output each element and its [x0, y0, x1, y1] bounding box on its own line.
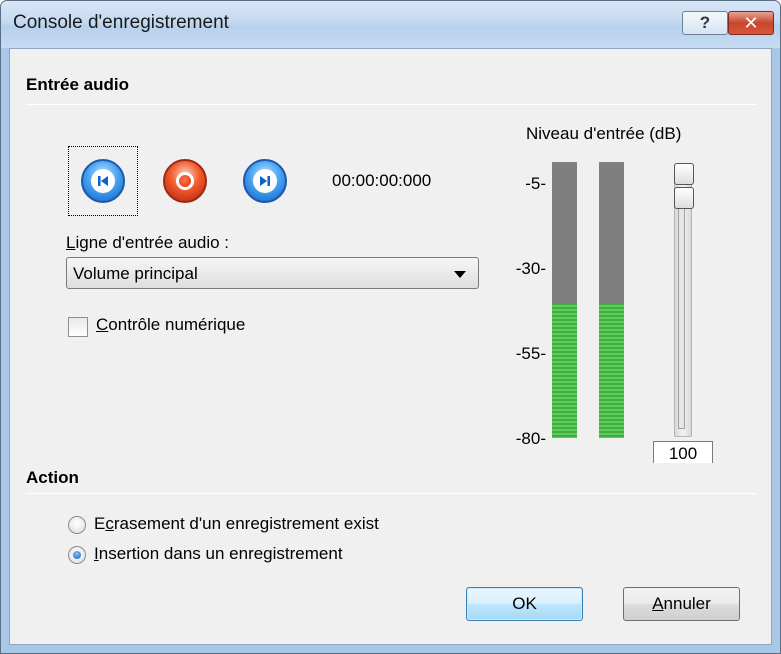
chevron-down-icon	[454, 271, 466, 278]
cancel-text: nnuler	[663, 594, 711, 613]
level-tick: -30-	[515, 259, 546, 278]
insert-label-text: nsertion dans un enregistrement	[98, 544, 343, 563]
window-title: Console d'enregistrement	[13, 12, 229, 33]
insert-label[interactable]: Insertion dans un enregistrement	[94, 544, 343, 564]
digital-control-label[interactable]: Contrôle numérique	[96, 315, 245, 335]
skip-forward-icon	[253, 169, 277, 193]
audio-line-select[interactable]: Volume principal	[66, 257, 479, 289]
slider-groove	[678, 189, 685, 429]
right-channel-meter	[599, 162, 624, 438]
action-section-title: Action	[26, 468, 79, 487]
input-level-title: Niveau d'entrée (dB)	[526, 124, 682, 143]
audio-line-select-value: Volume principal	[73, 264, 198, 283]
record-button[interactable]	[163, 159, 207, 203]
overwrite-label-accelerator: c	[105, 514, 114, 533]
help-icon: ?	[699, 13, 711, 32]
action-separator	[26, 493, 756, 494]
left-channel-meter-fill	[552, 302, 577, 438]
overwrite-radio[interactable]	[68, 516, 86, 534]
ok-button[interactable]: OK	[466, 587, 583, 621]
insert-radio[interactable]	[68, 546, 86, 564]
audio-line-label-text: igne d'entrée audio :	[75, 233, 229, 252]
cancel-button[interactable]: Annuler	[623, 587, 740, 621]
help-button[interactable]: ?	[682, 11, 728, 35]
audio-input-section-title: Entrée audio	[26, 75, 129, 94]
digital-control-checkbox[interactable]	[68, 317, 88, 337]
overwrite-label-text: rasement d'un enregistrement exist	[113, 514, 379, 533]
cancel-accelerator: A	[652, 594, 664, 613]
digital-control-text: ontrôle numérique	[108, 315, 246, 334]
recording-console-dialog: Console d'enregistrement ? ✕ Entrée audi…	[0, 0, 781, 654]
level-tick: -5-	[525, 174, 546, 193]
digital-control-accelerator: C	[96, 315, 109, 334]
overwrite-label-prefix: E	[94, 514, 106, 533]
close-icon: ✕	[743, 12, 759, 33]
title-bar[interactable]: Console d'enregistrement ? ✕	[1, 1, 780, 48]
go-to-start-button[interactable]	[81, 159, 125, 203]
level-tick: -80-	[515, 429, 546, 448]
slider-thumb[interactable]	[674, 187, 694, 209]
skip-back-icon	[91, 169, 115, 193]
right-channel-meter-fill	[599, 302, 624, 438]
audio-line-label: Ligne d'entrée audio :	[66, 233, 229, 253]
overwrite-label[interactable]: Ecrasement d'un enregistrement exist	[94, 514, 379, 534]
slider-thumb-top[interactable]	[674, 163, 694, 185]
left-channel-meter	[552, 162, 577, 438]
record-icon	[176, 172, 194, 190]
dialog-body: Entrée audio 00:00:00:000 Ligne d'entrée…	[9, 48, 772, 645]
slider-value-field[interactable]: 100	[653, 441, 713, 463]
close-button[interactable]: ✕	[728, 11, 774, 35]
timecode-display: 00:00:00:000	[332, 171, 432, 190]
level-tick: -55-	[515, 344, 546, 363]
audio-input-separator	[26, 104, 756, 105]
radio-selected-dot	[73, 551, 81, 559]
go-to-end-button[interactable]	[243, 159, 287, 203]
